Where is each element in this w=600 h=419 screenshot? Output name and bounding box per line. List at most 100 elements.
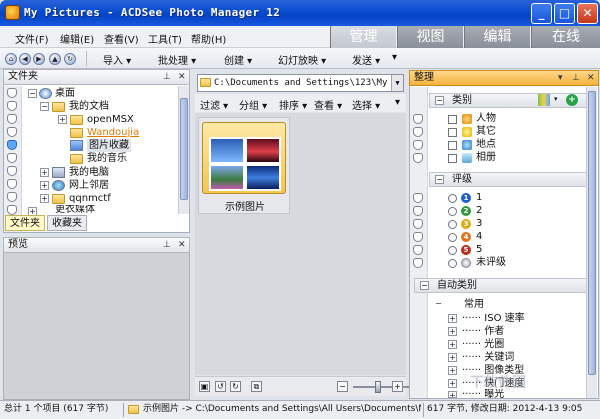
tab-folders[interactable]: 文件夹 [5, 215, 45, 231]
expander-icon[interactable]: + [58, 115, 67, 124]
pin-toggle-icon[interactable] [7, 192, 17, 202]
panel-close-icon[interactable]: ✕ [587, 71, 595, 85]
auto-category-item[interactable]: ······ 光圈 [462, 338, 504, 351]
pin-toggle-icon[interactable] [413, 258, 423, 268]
pin-toggle-icon[interactable] [413, 245, 423, 255]
organize-scrollbar[interactable] [586, 87, 597, 398]
chevron-down-icon[interactable]: ▾ [554, 95, 563, 103]
category-people[interactable]: 人物 [476, 112, 496, 125]
tree-item-my-pictures[interactable]: 图片收藏 [87, 139, 131, 152]
view-mode-button[interactable]: 查看 ▾ [314, 97, 342, 112]
rating-radio[interactable] [448, 220, 457, 229]
auto-category-item[interactable]: ······ 作者 [462, 325, 504, 338]
filter-button[interactable]: 过滤 ▾ [200, 97, 228, 112]
tree-item-my-computer[interactable]: 我的电脑 [69, 166, 109, 179]
filterbar-overflow-icon[interactable]: ▾ [395, 97, 400, 108]
rotate-left-icon[interactable]: ↺ [215, 381, 226, 392]
pin-toggle-icon[interactable] [413, 219, 423, 229]
pin-toggle-icon[interactable] [7, 179, 17, 189]
tree-item-wandoujia[interactable]: Wandoujia [87, 126, 139, 139]
path-combobox[interactable]: C:\Documents and Settings\123\My Do ▼ [197, 74, 404, 92]
auto-category-item[interactable]: ······ 关键词 [462, 351, 514, 364]
menu-edit[interactable]: 编辑(E) [60, 31, 94, 46]
categories-view-icon[interactable] [538, 94, 550, 106]
pin-toggle-icon[interactable] [7, 166, 17, 176]
category-checkbox[interactable] [448, 141, 457, 150]
tab-online[interactable]: 在线 [531, 26, 600, 48]
batch-button[interactable]: 批处理 ▾ [158, 52, 196, 67]
pin-icon[interactable]: ⊥ [572, 71, 580, 85]
menu-view[interactable]: 查看(V) [104, 31, 139, 46]
back-icon[interactable]: ◀ [19, 53, 31, 65]
auto-categories-section-header[interactable]: − 自动类别 [414, 278, 589, 293]
sort-button[interactable]: 排序 ▾ [279, 97, 307, 112]
add-category-icon[interactable]: + [566, 94, 578, 106]
rating-unrated-label[interactable]: 未评级 [476, 256, 506, 269]
rating-radio[interactable] [448, 259, 457, 268]
pin-toggle-icon[interactable] [413, 232, 423, 242]
menu-help[interactable]: 帮助(H) [191, 31, 226, 46]
refresh-icon[interactable]: ↻ [64, 53, 76, 65]
home-icon[interactable]: ⌂ [5, 53, 17, 65]
tab-view[interactable]: 视图 [397, 26, 463, 48]
auto-category-common[interactable]: 常用 [464, 298, 484, 311]
tree-item-my-documents[interactable]: 我的文档 [69, 100, 109, 113]
pin-toggle-icon[interactable] [7, 88, 17, 98]
menu-file[interactable]: 文件(F) [15, 31, 49, 46]
categories-section-header[interactable]: − 类别 [429, 93, 589, 108]
expander-icon[interactable]: − [28, 89, 37, 98]
rating-radio[interactable] [448, 194, 457, 203]
group-button[interactable]: 分组 ▾ [239, 97, 267, 112]
app-icon[interactable] [5, 5, 20, 20]
pin-toggle-icon[interactable] [7, 153, 17, 163]
tree-item-desktop[interactable]: 桌面 [55, 87, 75, 100]
pin-toggle-icon[interactable] [413, 153, 423, 163]
tab-manage[interactable]: 管理 [330, 26, 396, 48]
tree-item-my-music[interactable]: 我的音乐 [87, 152, 127, 165]
thumbnail-item[interactable]: 示例图片 [198, 117, 290, 214]
expander-icon[interactable]: + [448, 327, 457, 336]
rating-1-label[interactable]: 1 [476, 191, 482, 204]
pin-toggle-icon[interactable] [7, 140, 17, 150]
rating-radio[interactable] [448, 246, 457, 255]
panel-close-icon[interactable]: ✕ [178, 238, 186, 252]
category-checkbox[interactable] [448, 154, 457, 163]
menu-chevron-icon[interactable]: ▾ [558, 71, 563, 85]
rating-5-label[interactable]: 5 [476, 243, 482, 256]
tree-item-media[interactable]: 更衣媒体 [55, 205, 95, 214]
up-icon[interactable]: ▲ [49, 53, 61, 65]
category-checkbox[interactable] [448, 115, 457, 124]
tree-item-qqnmctf[interactable]: qqnmctf [69, 192, 111, 205]
forward-icon[interactable]: ▶ [33, 53, 45, 65]
select-button[interactable]: 选择 ▾ [352, 97, 380, 112]
pin-toggle-icon[interactable] [413, 127, 423, 137]
tab-favorites[interactable]: 收藏夹 [47, 215, 87, 231]
pin-toggle-icon[interactable] [7, 127, 17, 137]
ratings-section-header[interactable]: − 评级 [429, 172, 589, 187]
expander-icon[interactable]: + [448, 391, 457, 398]
folder-scrollbar[interactable] [178, 86, 189, 214]
expander-icon[interactable]: + [448, 314, 457, 323]
menu-tools[interactable]: 工具(T) [148, 31, 182, 46]
pin-toggle-icon[interactable] [413, 206, 423, 216]
rating-2-label[interactable]: 2 [476, 204, 482, 217]
collapse-icon[interactable]: − [420, 281, 429, 290]
expander-icon[interactable]: + [40, 181, 49, 190]
zoom-out-button[interactable]: − [337, 381, 348, 392]
compare-icon[interactable]: ⧉ [251, 381, 262, 392]
pin-icon[interactable]: ⊥ [163, 238, 171, 252]
expander-icon[interactable]: − [40, 102, 49, 111]
chevron-down-icon[interactable]: ▼ [391, 75, 403, 91]
collapse-icon[interactable]: − [435, 175, 444, 184]
expander-icon[interactable]: + [40, 194, 49, 203]
category-album[interactable]: 相册 [476, 151, 496, 164]
expander-icon[interactable]: + [448, 340, 457, 349]
tab-edit[interactable]: 编辑 [464, 26, 530, 48]
category-other[interactable]: 其它 [476, 125, 496, 138]
category-places[interactable]: 地点 [476, 138, 496, 151]
collapse-icon[interactable]: − [435, 96, 444, 105]
pin-toggle-icon[interactable] [413, 193, 423, 203]
expander-icon[interactable]: + [448, 366, 457, 375]
expander-icon[interactable]: + [40, 168, 49, 177]
tree-item-network[interactable]: 网上邻居 [69, 179, 109, 192]
